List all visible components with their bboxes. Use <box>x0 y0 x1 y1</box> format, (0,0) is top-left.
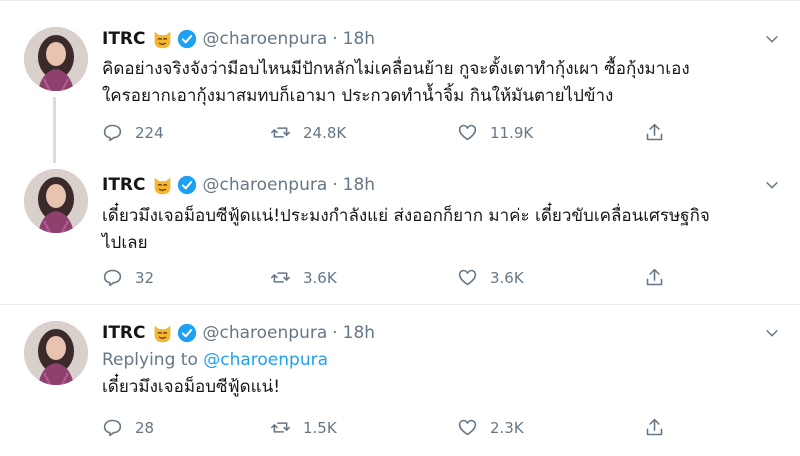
verified-badge-icon <box>177 323 196 343</box>
timeline: ITRC @charoenpura · 18h คิดอย่างจริงจังว… <box>0 0 800 455</box>
like-button[interactable]: 2.3K <box>457 417 524 438</box>
tweet-actions: 32 3.6K 3.6K <box>102 267 682 291</box>
retweet-count: 3.6K <box>303 268 337 287</box>
separator-dot: · <box>332 175 338 195</box>
timestamp[interactable]: 18h <box>343 29 375 49</box>
tweet-header: ITRC @charoenpura · 18h <box>102 173 375 197</box>
reply-button[interactable]: 224 <box>102 122 164 143</box>
retweet-icon <box>270 422 291 433</box>
display-name[interactable]: ITRC <box>102 29 146 49</box>
share-button[interactable] <box>644 417 677 438</box>
display-name[interactable]: ITRC <box>102 175 146 195</box>
tweet[interactable]: ITRC @charoenpura · 18h คิดอย่างจริงจังว… <box>0 1 800 161</box>
like-icon <box>458 124 477 141</box>
smiling-cat-emoji-icon <box>154 325 170 342</box>
separator-dot: · <box>332 323 338 343</box>
tweet-text: Replying to @charoenpura เดี๋ยวมึงเจอม็อ… <box>102 347 792 401</box>
avatar[interactable] <box>24 169 88 233</box>
username[interactable]: @charoenpura <box>203 175 328 195</box>
reply-count: 32 <box>135 268 155 287</box>
retweet-icon <box>270 272 291 283</box>
tweet-text-line: เดี๋ยวมึงเจอม็อบซีฟู้ดแน่! <box>102 377 281 397</box>
retweet-icon <box>270 127 291 138</box>
like-count: 3.6K <box>490 268 524 287</box>
avatar-image <box>24 27 88 91</box>
tweet-actions: 28 1.5K 2.3K <box>102 417 682 441</box>
verified-badge-icon <box>177 175 196 195</box>
tweet-text-line: ไปเลย <box>102 233 148 253</box>
chevron-down-icon[interactable] <box>764 31 780 47</box>
reply-button[interactable]: 32 <box>102 267 154 288</box>
share-icon <box>646 268 663 286</box>
smiling-cat-emoji-icon <box>154 31 170 48</box>
tweet-header: ITRC @charoenpura · 18h <box>102 321 375 345</box>
like-icon <box>458 419 477 436</box>
smiling-cat-emoji-icon <box>154 177 170 194</box>
share-button[interactable] <box>644 122 677 143</box>
chevron-down-icon[interactable] <box>764 325 780 341</box>
like-count: 2.3K <box>490 418 524 437</box>
tweet-text-line: คิดอย่างจริงจังว่ามีอบไหนมีปักหลักไม่เคล… <box>102 59 690 79</box>
replying-to-mention-link[interactable]: @charoenpura <box>203 350 328 370</box>
retweet-count: 24.8K <box>303 123 347 142</box>
tweet[interactable]: ITRC @charoenpura · 18h Replying to @cha… <box>0 305 800 456</box>
retweet-button[interactable]: 3.6K <box>270 267 337 288</box>
avatar[interactable] <box>24 27 88 91</box>
share-icon <box>646 123 663 141</box>
separator-dot: · <box>332 29 338 49</box>
like-icon <box>458 269 477 286</box>
replying-to: Replying to @charoenpura <box>102 347 792 374</box>
username[interactable]: @charoenpura <box>203 323 328 343</box>
timestamp[interactable]: 18h <box>343 175 375 195</box>
username[interactable]: @charoenpura <box>203 29 328 49</box>
reply-count: 224 <box>135 123 164 142</box>
chevron-down-icon[interactable] <box>764 177 780 193</box>
reply-icon <box>103 124 122 142</box>
share-button[interactable] <box>644 267 677 288</box>
tweet[interactable]: ITRC @charoenpura · 18h เดี๋ยวมึงเจอม็อบ… <box>0 161 800 305</box>
tweet-text: คิดอย่างจริงจังว่ามีอบไหนมีปักหลักไม่เคล… <box>102 56 792 110</box>
reply-count: 28 <box>135 418 155 437</box>
share-icon <box>646 418 663 436</box>
display-name[interactable]: ITRC <box>102 323 146 343</box>
reply-icon <box>103 419 122 437</box>
tweet-text-line: ใครอยากเอากุ้งมาสมทบก็เอามา ประกวดทำน้ำจ… <box>102 86 614 106</box>
like-button[interactable]: 11.9K <box>457 122 533 143</box>
reply-icon <box>103 269 122 287</box>
tweet-text: เดี๋ยวมึงเจอม็อบซีฟู้ดแน่!ประมงกำลังแย่ … <box>102 203 792 257</box>
tweet-text-line: เดี๋ยวมึงเจอม็อบซีฟู้ดแน่!ประมงกำลังแย่ … <box>102 206 710 226</box>
tweet-actions: 224 24.8K 11.9K <box>102 122 682 146</box>
avatar[interactable] <box>24 321 88 385</box>
verified-badge-icon <box>177 29 196 49</box>
like-button[interactable]: 3.6K <box>457 267 524 288</box>
timestamp[interactable]: 18h <box>343 323 375 343</box>
avatar-image <box>24 169 88 233</box>
retweet-count: 1.5K <box>303 418 337 437</box>
avatar-image <box>24 321 88 385</box>
retweet-button[interactable]: 24.8K <box>270 122 346 143</box>
like-count: 11.9K <box>490 123 534 142</box>
reply-button[interactable]: 28 <box>102 417 154 438</box>
tweet-header: ITRC @charoenpura · 18h <box>102 27 375 51</box>
replying-to-label: Replying to <box>102 350 198 370</box>
retweet-button[interactable]: 1.5K <box>270 417 337 438</box>
